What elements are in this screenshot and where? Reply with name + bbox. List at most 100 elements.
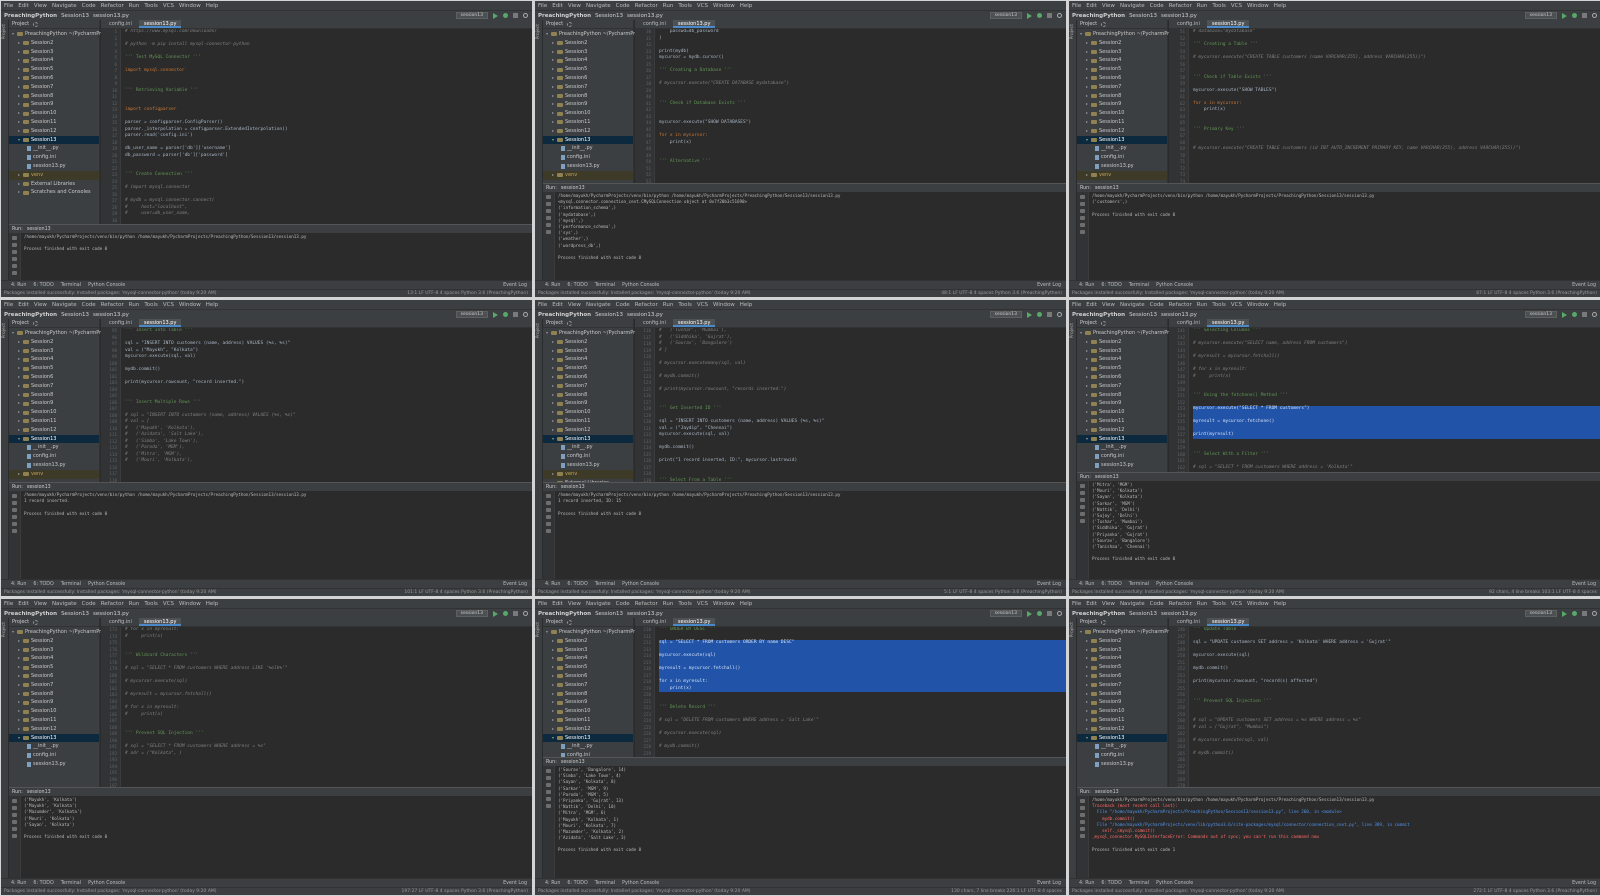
menu-item-view[interactable]: View <box>568 601 581 607</box>
tree-item[interactable]: session13.py <box>543 461 633 470</box>
tree-item[interactable]: ▸ Session9 <box>1077 100 1167 109</box>
bottom-tab[interactable]: Terminal <box>1129 881 1149 886</box>
menu-item-refactor[interactable]: Refactor <box>635 601 658 607</box>
print-icon[interactable] <box>1080 827 1085 831</box>
tree-item[interactable]: ▾ Session13 <box>543 733 633 743</box>
tree-item[interactable]: ▸ Session12 <box>1077 426 1167 435</box>
menu-item-window[interactable]: Window <box>1247 302 1269 308</box>
tree-item[interactable]: ▸ Session12 <box>543 725 633 734</box>
run-configuration-select[interactable]: session13 <box>989 311 1022 318</box>
trash-icon[interactable] <box>1080 230 1085 234</box>
breadcrumb-item[interactable]: PreachingPython <box>1072 312 1125 318</box>
event-log-button[interactable]: Event Log <box>503 283 532 288</box>
debug-icon[interactable] <box>503 13 508 18</box>
tree-item[interactable]: ▸ Session11 <box>1077 118 1167 127</box>
status-message[interactable]: Packages installed successfully: Install… <box>538 291 751 296</box>
menu-item-navigate[interactable]: Navigate <box>1120 601 1145 607</box>
tree-item[interactable]: ▸ Session10 <box>9 109 99 118</box>
menu-item-refactor[interactable]: Refactor <box>101 302 124 308</box>
tree-item[interactable]: ▸ Session3 <box>1077 646 1167 655</box>
debug-icon[interactable] <box>503 312 508 317</box>
menu-item-navigate[interactable]: Navigate <box>586 3 611 9</box>
project-panel-title[interactable]: Project <box>546 619 563 625</box>
menu-item-vcs[interactable]: VCS <box>1231 302 1242 308</box>
trash-icon[interactable] <box>12 834 17 838</box>
breadcrumb-item[interactable]: PreachingPython <box>1072 13 1125 19</box>
run-tab[interactable]: session13 <box>561 485 585 490</box>
tree-item[interactable]: __init__.py <box>543 742 633 751</box>
menu-item-window[interactable]: Window <box>1247 3 1269 9</box>
breadcrumb-item[interactable]: session13.py <box>627 611 663 617</box>
code-editor[interactable]: 1 2 3 4 5 6 7 8 9 10 11 12 13 14 15 16 17 18 19 20 21 22 23 24 2… <box>101 29 532 224</box>
project-panel-title[interactable]: Project <box>546 21 563 27</box>
menu-item-run[interactable]: Run <box>129 302 140 308</box>
menu-item-vcs[interactable]: VCS <box>163 601 174 607</box>
menu-item-navigate[interactable]: Navigate <box>1120 302 1145 308</box>
bottom-tab[interactable]: Python Console <box>88 881 125 886</box>
print-icon[interactable] <box>546 522 551 526</box>
tree-item[interactable]: ▸ Session5 <box>9 65 99 74</box>
tree-item[interactable]: config.ini <box>543 153 633 162</box>
bottom-tab[interactable]: Terminal <box>61 582 81 587</box>
tree-item[interactable]: ▸ venv <box>543 469 633 479</box>
run-tab[interactable]: session13 <box>1095 475 1119 480</box>
tree-item[interactable]: ▸ Session7 <box>1077 681 1167 690</box>
menu-item-run[interactable]: Run <box>1197 601 1208 607</box>
search-icon[interactable] <box>1057 312 1062 317</box>
tree-item[interactable]: session13.py <box>543 162 633 171</box>
tree-item[interactable]: ▸ Session2 <box>1077 39 1167 48</box>
tree-item[interactable]: ▸ Session3 <box>9 48 99 57</box>
breadcrumb-item[interactable]: Session13 <box>61 312 89 318</box>
breadcrumb-item[interactable]: PreachingPython <box>538 13 591 19</box>
menu-item-tools[interactable]: Tools <box>144 601 158 607</box>
menu-item-help[interactable]: Help <box>206 3 219 9</box>
search-icon[interactable] <box>1057 611 1062 616</box>
tree-item[interactable]: ▸ Session12 <box>9 725 99 734</box>
breadcrumb-item[interactable]: PreachingPython <box>4 312 57 318</box>
tree-item[interactable]: ▸ Session9 <box>9 399 99 408</box>
tree-item[interactable]: ▾ Session13 <box>1077 434 1167 444</box>
menu-item-refactor[interactable]: Refactor <box>101 601 124 607</box>
code-editor[interactable]: 116 117 118 119 120 121 122 123 124 125 126 127 128 1… <box>635 328 1066 482</box>
cursor-position[interactable]: 87:1 LF UTF-8 4 spaces Python 3.6 (Preac… <box>1476 291 1600 296</box>
menu-item-vcs[interactable]: VCS <box>697 302 708 308</box>
tree-item[interactable]: ▸ Session5 <box>9 663 99 672</box>
stop-icon[interactable] <box>1582 312 1587 317</box>
menu-item-code[interactable]: Code <box>1150 3 1164 9</box>
project-tool-button[interactable]: Project <box>1070 24 1075 39</box>
menu-item-edit[interactable]: Edit <box>1086 3 1097 9</box>
breadcrumb-item[interactable]: PreachingPython <box>538 312 591 318</box>
tab-session13-py[interactable]: session13.py <box>1206 618 1250 626</box>
tree-item[interactable]: ▸ Scratches and Consoles <box>9 188 99 197</box>
event-log-button[interactable]: Event Log <box>503 881 532 886</box>
tree-item[interactable]: ▸ Session11 <box>9 118 99 127</box>
breadcrumb-item[interactable]: Session13 <box>1129 312 1157 318</box>
tab-session13-py[interactable]: session13.py <box>1206 20 1250 28</box>
menu-item-vcs[interactable]: VCS <box>163 302 174 308</box>
menu-item-run[interactable]: Run <box>1197 302 1208 308</box>
run-configuration-select[interactable]: session13 <box>455 610 488 617</box>
menu-item-view[interactable]: View <box>568 3 581 9</box>
scroll-icon[interactable] <box>1080 216 1085 220</box>
tree-item[interactable]: ▸ Session10 <box>543 109 633 118</box>
menu-item-navigate[interactable]: Navigate <box>1120 3 1145 9</box>
bottom-tab[interactable]: Python Console <box>622 283 659 288</box>
run-icon[interactable] <box>1027 12 1032 19</box>
breadcrumb-item[interactable]: session13.py <box>627 312 663 318</box>
tree-item[interactable]: ▸ Session12 <box>543 127 633 136</box>
tab-config-ini[interactable]: config.ini <box>1172 20 1205 28</box>
run-icon[interactable] <box>1562 610 1567 617</box>
stop-icon[interactable] <box>513 611 518 616</box>
tree-item[interactable]: ▸ Session12 <box>543 426 633 435</box>
tree-item[interactable]: ▸ Session11 <box>1077 417 1167 426</box>
menu-item-edit[interactable]: Edit <box>552 601 563 607</box>
rerun-icon[interactable] <box>546 494 551 498</box>
status-message[interactable]: Packages installed successfully: Install… <box>4 291 217 296</box>
breadcrumb-item[interactable]: session13.py <box>93 13 129 19</box>
stop-icon[interactable] <box>12 243 17 247</box>
print-icon[interactable] <box>1080 512 1085 516</box>
bottom-tab[interactable]: Terminal <box>595 582 615 587</box>
menu-item-edit[interactable]: Edit <box>18 601 29 607</box>
bottom-tab[interactable]: Python Console <box>88 582 125 587</box>
menu-item-help[interactable]: Help <box>740 601 753 607</box>
